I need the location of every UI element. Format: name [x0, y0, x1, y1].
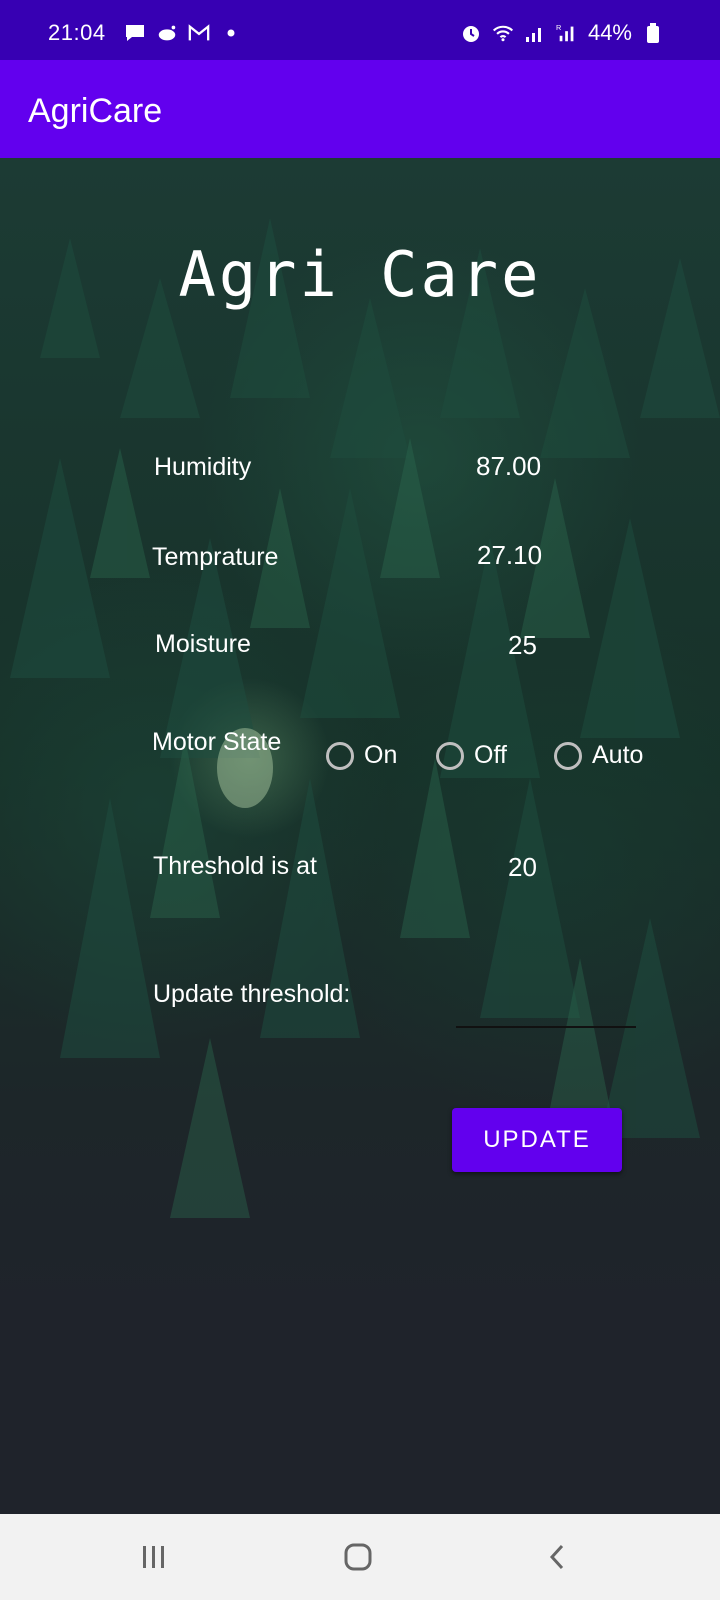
radio-label-on: On — [364, 741, 398, 769]
radio-circle-auto[interactable] — [554, 741, 582, 770]
back-icon[interactable] — [540, 1540, 576, 1574]
moisture-label: Moisture — [155, 630, 251, 658]
status-left-icons — [124, 22, 242, 44]
moisture-value: 25 — [508, 630, 537, 660]
motor-radio-auto[interactable]: Auto — [554, 741, 643, 770]
radio-circle-on[interactable] — [326, 741, 354, 770]
system-nav-bar — [0, 1514, 720, 1600]
humidity-value: 87.00 — [476, 451, 542, 481]
status-time: 21:04 — [48, 20, 106, 45]
signal-icon — [524, 22, 546, 44]
motor-radio-on[interactable]: On — [326, 741, 397, 770]
threshold-label: Threshold is at — [153, 852, 317, 880]
main-content: Agri Care Humidity 87.00 Temprature 27.1… — [0, 158, 720, 1514]
radio-circle-off[interactable] — [436, 741, 464, 770]
app-bar: AgriCare — [0, 60, 720, 158]
app-title: AgriCare — [28, 92, 163, 130]
reddit-icon — [156, 22, 178, 44]
motor-state-label: Motor State — [152, 728, 282, 756]
battery-icon — [642, 22, 664, 44]
temperature-value: 27.10 — [477, 540, 543, 570]
humidity-label: Humidity — [154, 453, 252, 481]
radio-label-auto: Auto — [592, 741, 644, 769]
update-threshold-input[interactable] — [456, 968, 636, 1012]
status-bar: 21:04 R 44% — [0, 0, 720, 60]
dot-icon — [220, 22, 242, 44]
temperature-label: Temprature — [152, 543, 279, 571]
radio-label-off: Off — [474, 741, 507, 769]
message-icon — [124, 22, 146, 44]
recent-apps-icon[interactable] — [136, 1540, 172, 1574]
home-icon[interactable] — [340, 1540, 376, 1574]
threshold-value: 20 — [508, 852, 537, 882]
battery-percent: 44% — [587, 20, 632, 45]
update-button[interactable]: UPDATE — [452, 1108, 622, 1172]
alarm-icon — [460, 22, 482, 44]
svg-text:R: R — [556, 23, 561, 32]
wifi-icon — [492, 22, 514, 44]
status-right-icons: R 44% — [460, 20, 664, 46]
input-underline — [456, 1026, 636, 1028]
gmail-icon — [188, 22, 210, 44]
page-headline: Agri Care — [178, 238, 542, 311]
motor-radio-off[interactable]: Off — [436, 741, 507, 770]
signal-r-icon: R — [556, 22, 578, 44]
forest-background-image — [10, 218, 720, 1218]
phone-screen: 21:04 R 44% AgriCare Agri Care Humidity … — [0, 0, 720, 1600]
update-threshold-label: Update threshold: — [153, 980, 351, 1008]
